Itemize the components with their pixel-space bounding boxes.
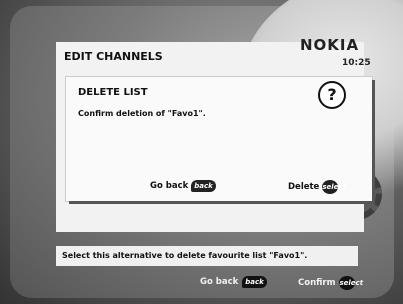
back-key-icon: back	[242, 276, 267, 288]
delete-label: Delete	[288, 182, 320, 192]
help-icon[interactable]: ?	[318, 81, 346, 109]
confirm-label: Confirm	[298, 278, 336, 288]
status-bar: Select this alternative to delete favour…	[56, 246, 358, 266]
select-key-icon: select	[339, 276, 363, 290]
go-back-label: Go back	[150, 181, 189, 191]
dialog-title: DELETE LIST	[78, 87, 148, 98]
dialog-message: Confirm deletion of "Favo1".	[78, 109, 206, 118]
select-key-icon: select	[322, 180, 346, 194]
delete-list-dialog: DELETE LIST ? Confirm deletion of "Favo1…	[66, 77, 372, 201]
tv-screen: EDIT CHANNELS NOKIA 10:25 DELETE LIST ? …	[0, 0, 403, 304]
bottom-go-back-label: Go back	[200, 277, 239, 287]
dialog-delete-button[interactable]: Delete select	[288, 180, 346, 194]
bottom-confirm-button[interactable]: Confirm select	[298, 276, 363, 290]
bottom-go-back-button[interactable]: Go back back	[200, 276, 267, 288]
brand-logo: NOKIA	[300, 36, 360, 54]
dialog-go-back-button[interactable]: Go back back	[150, 180, 216, 192]
back-key-icon: back	[191, 180, 216, 192]
clock: 10:25	[342, 58, 371, 68]
page-title: EDIT CHANNELS	[64, 50, 163, 63]
